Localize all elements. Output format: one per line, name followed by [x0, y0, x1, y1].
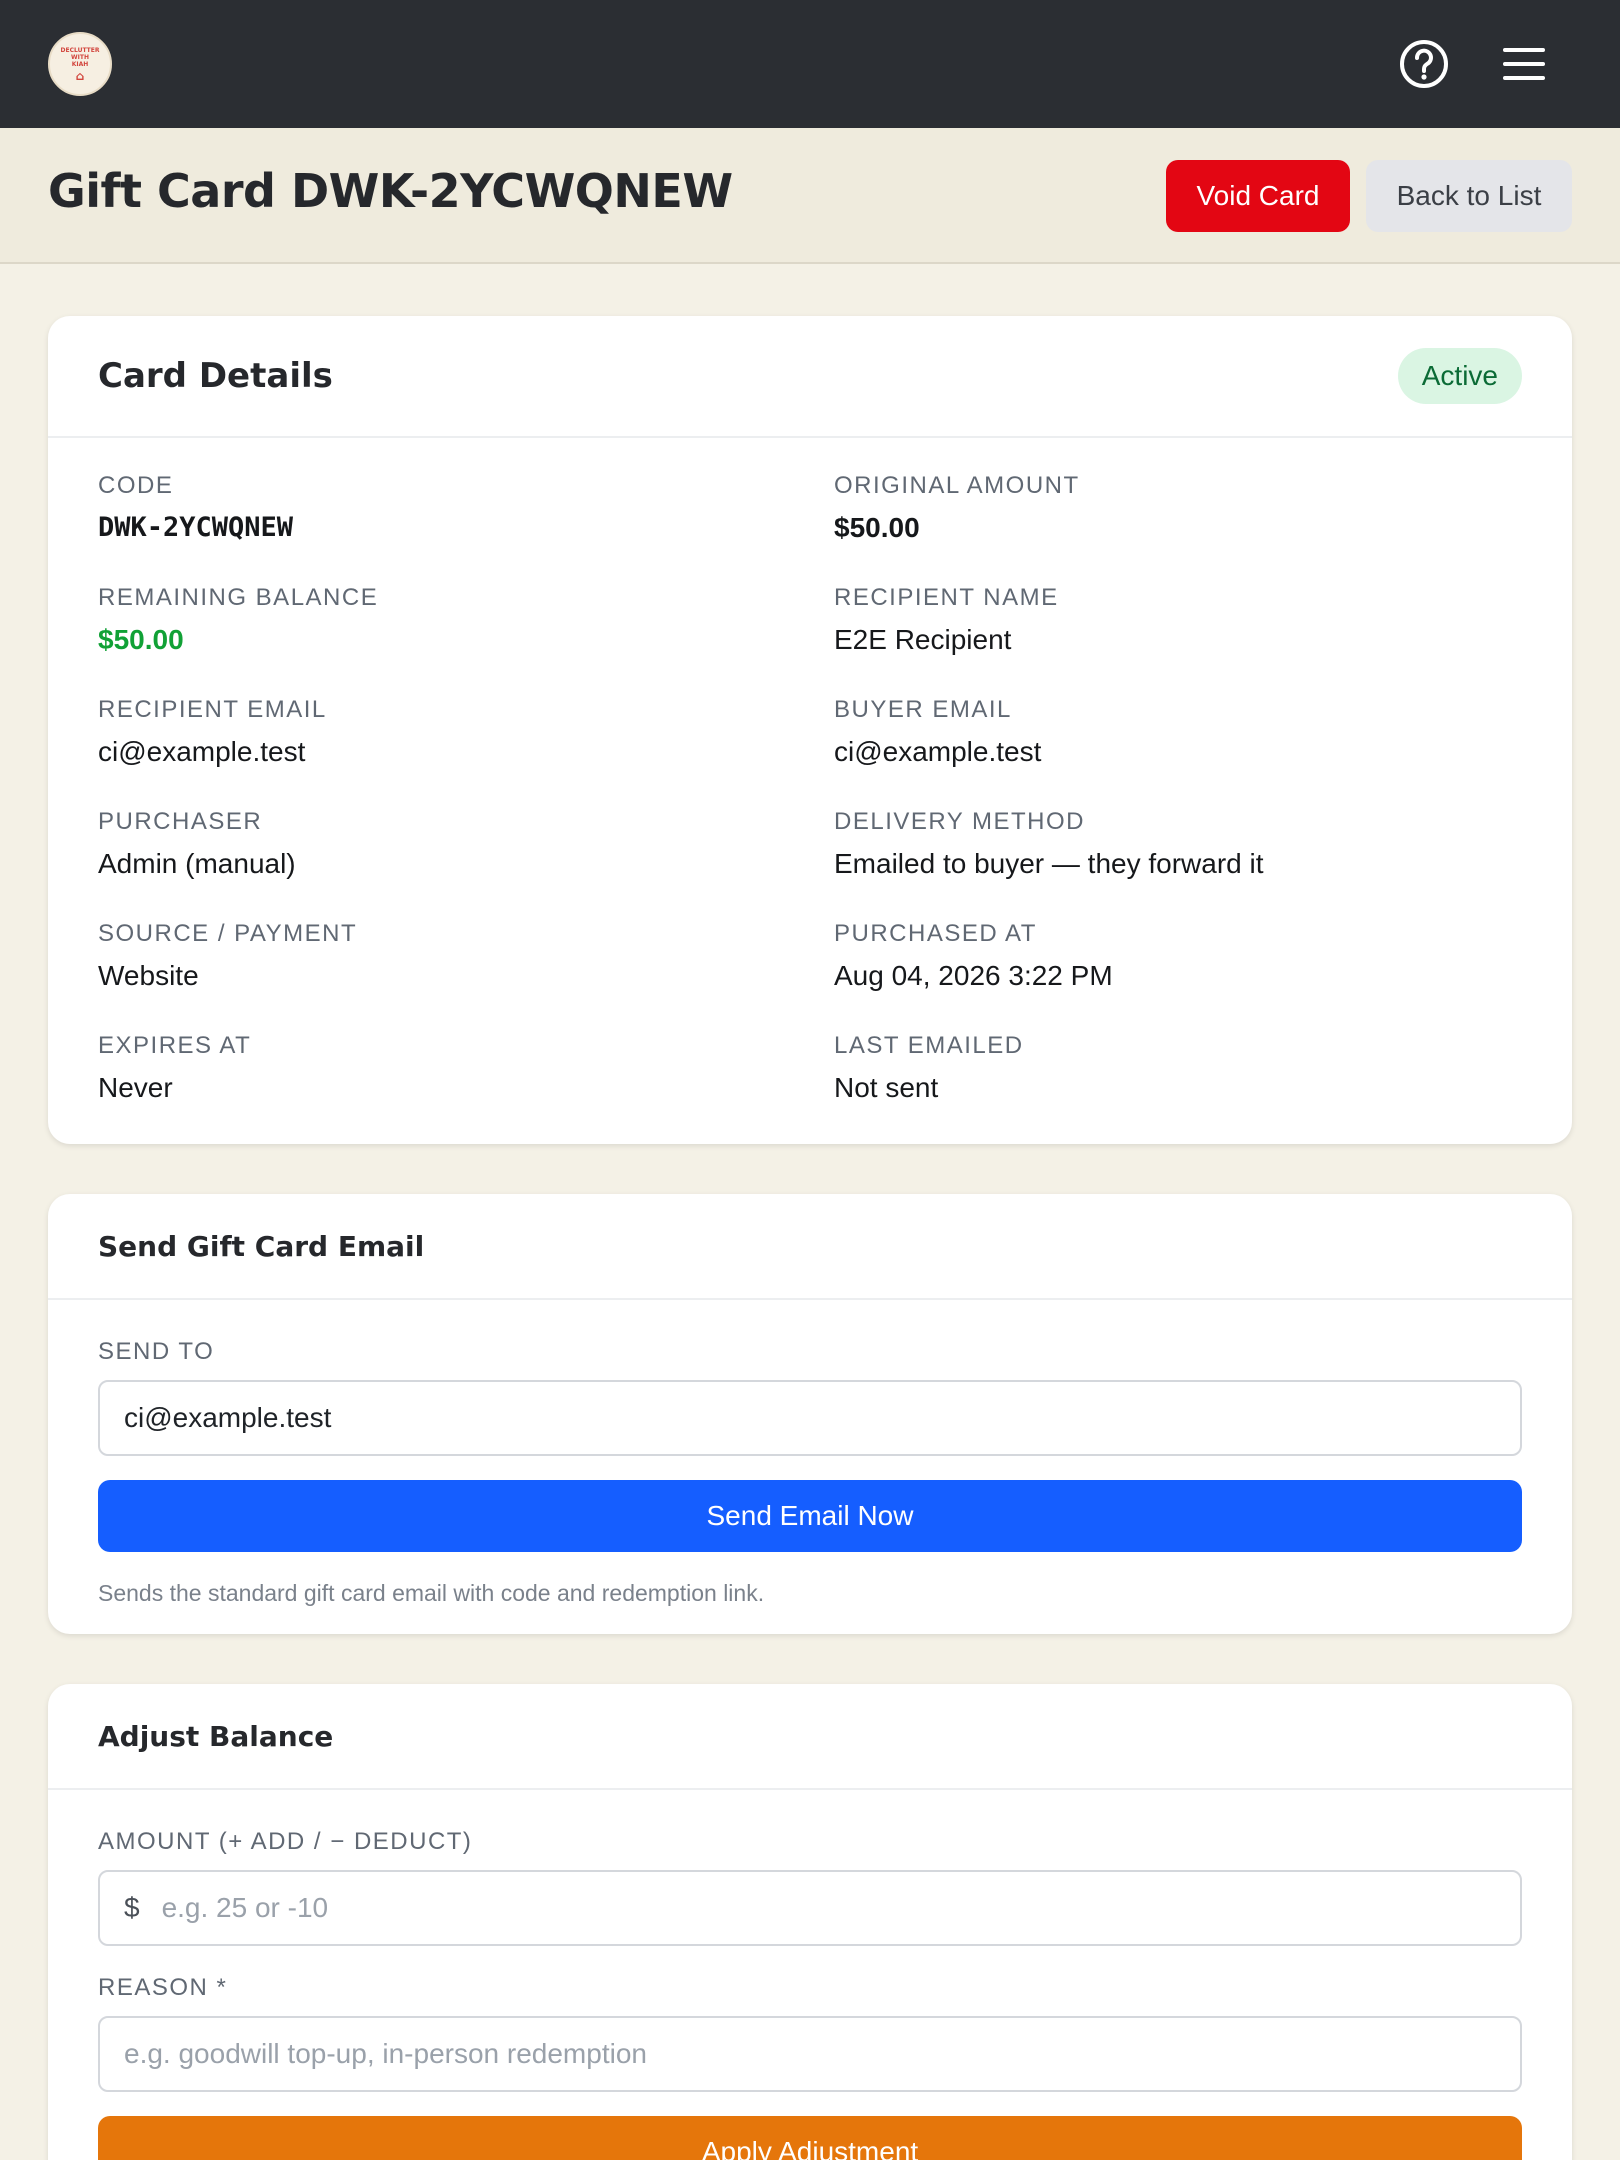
back-to-list-button[interactable]: Back to List	[1366, 160, 1572, 232]
send-email-now-button[interactable]: Send Email Now	[98, 1480, 1522, 1552]
reason-label: REASON *	[98, 1974, 228, 2001]
top-nav-bar: DECLUTTER WITH KIAH ⌂	[0, 0, 1620, 128]
field-recipient-name: RECIPIENT NAME E2E Recipient	[834, 584, 1059, 655]
amount-input[interactable]: $ e.g. 25 or -10	[98, 1870, 1522, 1946]
send-to-input[interactable]: ci@example.test	[98, 1380, 1522, 1456]
send-to-label: SEND TO	[98, 1338, 215, 1365]
send-email-panel: Send Gift Card Email SEND TO ci@example.…	[48, 1194, 1572, 1634]
amount-label: AMOUNT (+ ADD / − DEDUCT)	[98, 1828, 473, 1855]
help-circle-icon[interactable]	[1396, 36, 1452, 92]
field-expires-at: EXPIRES AT Never	[98, 1032, 252, 1103]
field-remaining-balance: REMAINING BALANCE $50.00	[98, 584, 379, 655]
page-title: Gift Card DWK-2YCWQNEW	[48, 164, 733, 218]
amount-placeholder: e.g. 25 or -10	[161, 1892, 329, 1923]
code-value: DWK-2YCWQNEW	[98, 512, 294, 543]
field-original-amount: ORIGINAL AMOUNT $50.00	[834, 472, 1080, 543]
field-delivery-method: DELIVERY METHOD Emailed to buyer — they …	[834, 808, 1264, 879]
field-purchased-at: PURCHASED AT Aug 04, 2026 3:22 PM	[834, 920, 1113, 991]
void-card-button[interactable]: Void Card	[1166, 160, 1350, 232]
page-header: Gift Card DWK-2YCWQNEW Void Card Back to…	[0, 128, 1620, 264]
adjust-balance-title: Adjust Balance	[98, 1719, 334, 1753]
card-details-title: Card Details	[98, 356, 333, 396]
field-code: CODE DWK-2YCWQNEW	[98, 472, 294, 543]
field-source-payment: SOURCE / PAYMENT Website	[98, 920, 358, 991]
adjust-balance-panel: Adjust Balance AMOUNT (+ ADD / − DEDUCT)…	[48, 1684, 1572, 2160]
field-recipient-email: RECIPIENT EMAIL ci@example.test	[98, 696, 327, 767]
send-email-title: Send Gift Card Email	[98, 1229, 425, 1263]
field-buyer-email: BUYER EMAIL ci@example.test	[834, 696, 1042, 767]
reason-placeholder: e.g. goodwill top-up, in-person redempti…	[124, 2038, 647, 2069]
field-last-emailed: LAST EMAILED Not sent	[834, 1032, 1024, 1103]
send-email-hint: Sends the standard gift card email with …	[98, 1580, 765, 1606]
brand-logo[interactable]: DECLUTTER WITH KIAH ⌂	[48, 32, 112, 96]
field-purchaser: PURCHASER Admin (manual)	[98, 808, 296, 879]
apply-adjustment-button[interactable]: Apply Adjustment	[98, 2116, 1522, 2160]
hamburger-menu-icon[interactable]	[1496, 36, 1552, 92]
currency-prefix: $	[124, 1892, 140, 1923]
card-details-panel: Card Details Active CODE DWK-2YCWQNEW OR…	[48, 316, 1572, 1144]
reason-input[interactable]: e.g. goodwill top-up, in-person redempti…	[98, 2016, 1522, 2092]
house-icon: ⌂	[75, 68, 85, 83]
status-badge: Active	[1397, 348, 1522, 404]
